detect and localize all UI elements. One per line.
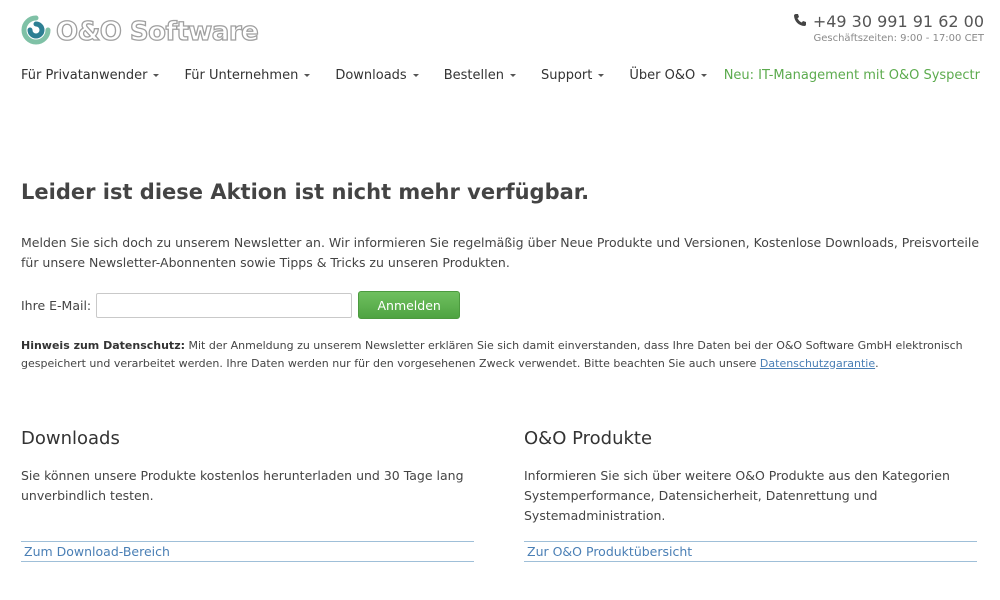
products-text: Informieren Sie sich über weitere O&O Pr… [524,468,950,523]
nav-item-label: Für Unternehmen [184,68,299,83]
nav-item-unternehmen[interactable]: Für Unternehmen [184,68,311,83]
promo-link[interactable]: Neu: IT-Management mit O&O Syspectr [724,68,980,83]
email-field[interactable] [96,292,353,318]
nav-item-label: Bestellen [443,68,504,83]
chevron-down-icon [304,74,311,77]
privacy-guarantee-link[interactable]: Datenschutzgarantie [760,357,875,370]
nav-item-label: Über O&O [629,68,696,83]
chevron-down-icon [701,74,708,77]
downloads-section: Downloads Sie können unsere Produkte kos… [21,428,474,562]
download-area-link[interactable]: Zum Download-Bereich [21,541,474,562]
nav-item-support[interactable]: Support [540,68,605,83]
chevron-down-icon [509,74,516,77]
products-section: O&O Produkte Informieren Sie sich über w… [524,428,977,562]
privacy-title: Hinweis zum Datenschutz: [21,339,185,352]
nav-item-downloads[interactable]: Downloads [335,68,419,83]
products-title: O&O Produkte [524,428,653,449]
main-nav: Für Privatanwender Für Unternehmen Downl… [21,68,732,83]
chevron-down-icon [412,74,419,77]
chevron-down-icon [598,74,605,77]
phone-number[interactable]: +49 30 991 91 62 00 [813,12,984,31]
nav-item-label: Support [540,68,593,83]
logo[interactable]: O&O Software [20,15,259,49]
business-hours: Geschäftszeiten: 9:00 - 17:00 CET [813,33,984,44]
logo-text: O&O Software [55,16,259,47]
subscribe-button[interactable]: Anmelden [358,291,461,319]
privacy-end: . [875,356,879,370]
downloads-text: Sie können unsere Produkte kostenlos her… [21,468,464,503]
chevron-down-icon [153,74,160,77]
nav-item-label: Downloads [335,68,407,83]
contact-info: +49 30 991 91 62 00 Geschäftszeiten: 9:0… [793,12,984,44]
nav-item-privatanwender[interactable]: Für Privatanwender [21,68,160,83]
product-overview-link[interactable]: Zur O&O Produktübersicht [524,541,977,562]
page-title: Leider ist diese Aktion ist nicht mehr v… [21,180,590,204]
nav-item-bestellen[interactable]: Bestellen [444,68,516,83]
newsletter-form: Ihre E-Mail: Anmelden [21,291,461,319]
privacy-notice: Hinweis zum Datenschutz: Mit der Anmeldu… [21,337,986,372]
nav-item-ueber-oo[interactable]: Über O&O [629,68,708,83]
phone-icon [793,12,813,31]
email-label: Ihre E-Mail: [21,297,92,313]
newsletter-intro: Melden Sie sich doch zu unserem Newslett… [21,235,980,270]
downloads-title: Downloads [21,428,120,449]
nav-item-label: Für Privatanwender [21,68,148,83]
logo-swirl-icon [20,15,52,49]
